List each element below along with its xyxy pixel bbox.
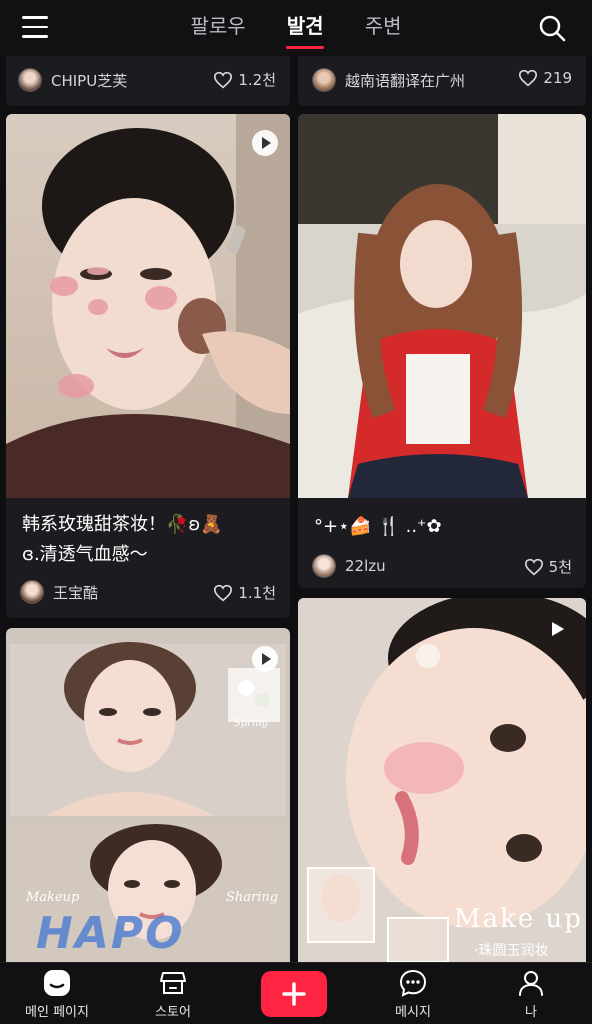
- nav-messages[interactable]: 메시지: [358, 969, 468, 1020]
- feed-card[interactable]: °+⋆🍰 🍴 ..⁺✿ 22lzu 5천: [298, 114, 586, 588]
- post-title: 韩系玫瑰甜茶妆！🥀ʚ🧸 ɞ.清透气血感～: [22, 510, 278, 570]
- search-icon[interactable]: [538, 14, 566, 42]
- author-name[interactable]: CHIPU芝芙: [51, 70, 127, 91]
- post-image: [298, 114, 586, 498]
- like-count: 1.1천: [238, 584, 276, 602]
- tab-discover[interactable]: 발견: [287, 10, 324, 45]
- store-icon: [160, 972, 186, 994]
- overlay-text-makeup: Makeup: [26, 890, 80, 905]
- overlay-subtitle: ·珠圆玉润妆: [474, 943, 549, 959]
- author-name[interactable]: 越南语翻译在广州: [345, 70, 465, 91]
- heart-icon: [524, 558, 543, 575]
- feed-card[interactable]: 韩系玫瑰甜茶妆！🥀ʚ🧸 ɞ.清透气血感～ 王宝酷 1.1천: [6, 114, 290, 618]
- plus-icon: [282, 982, 306, 1006]
- avatar[interactable]: [20, 580, 44, 604]
- nav-store[interactable]: 스토어: [118, 969, 228, 1020]
- feed-card[interactable]: Make up ·珠圆玉润妆: [298, 598, 586, 962]
- top-bar: 팔로우 발견 주변: [0, 0, 592, 56]
- overlay-text-sharing: Sharing: [226, 890, 279, 905]
- nav-messages-label: 메시지: [395, 1005, 431, 1020]
- nav-me-label: 나: [525, 1005, 537, 1020]
- heart-icon: [214, 71, 233, 88]
- overlay-text-small: Spring: [234, 718, 269, 729]
- feed-card-top-right[interactable]: 越南语翻译在广州 219: [298, 56, 586, 106]
- avatar[interactable]: [312, 68, 336, 92]
- author-name[interactable]: 22lzu: [345, 557, 386, 575]
- post-title-line: 韩系玫瑰甜茶妆！🥀ʚ🧸: [22, 514, 223, 535]
- like-button[interactable]: 219: [518, 69, 572, 87]
- video-icon: [552, 622, 564, 636]
- like-button[interactable]: 1.2천: [213, 69, 276, 90]
- video-icon: [252, 646, 278, 672]
- like-count: 5천: [548, 558, 572, 576]
- nav-home[interactable]: 메인 페이지: [2, 969, 112, 1020]
- nav-store-label: 스토어: [155, 1005, 191, 1020]
- chat-bubble-icon: [399, 969, 427, 997]
- post-title-line: ɞ.清透气血感～: [22, 544, 148, 565]
- post-image: [6, 114, 290, 498]
- person-icon: [519, 971, 543, 996]
- avatar[interactable]: [18, 68, 42, 92]
- like-button[interactable]: 5천: [524, 556, 572, 577]
- heart-icon: [519, 69, 538, 87]
- overlay-title: Make up: [454, 904, 583, 934]
- post-title-line: °+⋆🍰 🍴 ..⁺✿: [314, 516, 442, 537]
- heart-icon: [214, 584, 233, 601]
- bottom-nav: 메인 페이지 스토어 메시지 나: [0, 962, 592, 1024]
- post-title: °+⋆🍰 🍴 ..⁺✿: [314, 512, 574, 542]
- tab-follow[interactable]: 팔로우: [190, 10, 245, 45]
- author-name[interactable]: 王宝酷: [53, 582, 98, 603]
- like-count: 1.2천: [238, 71, 276, 89]
- watermark-logo: HAPO: [36, 908, 185, 959]
- nav-me[interactable]: 나: [476, 969, 586, 1020]
- feed-tabs: 팔로우 발견 주변: [0, 10, 592, 45]
- nav-home-label: 메인 페이지: [25, 1005, 89, 1020]
- tab-nearby[interactable]: 주변: [365, 10, 402, 45]
- like-button[interactable]: 1.1천: [213, 582, 276, 603]
- feed-card[interactable]: Spring Makeup Sharing HAPO: [6, 628, 290, 962]
- create-post-button[interactable]: [261, 971, 327, 1017]
- home-icon: [44, 970, 70, 996]
- feed-card-top-left[interactable]: CHIPU芝芙 1.2천: [6, 56, 290, 106]
- video-icon: [252, 130, 278, 156]
- like-count: 219: [543, 69, 572, 87]
- avatar[interactable]: [312, 554, 336, 578]
